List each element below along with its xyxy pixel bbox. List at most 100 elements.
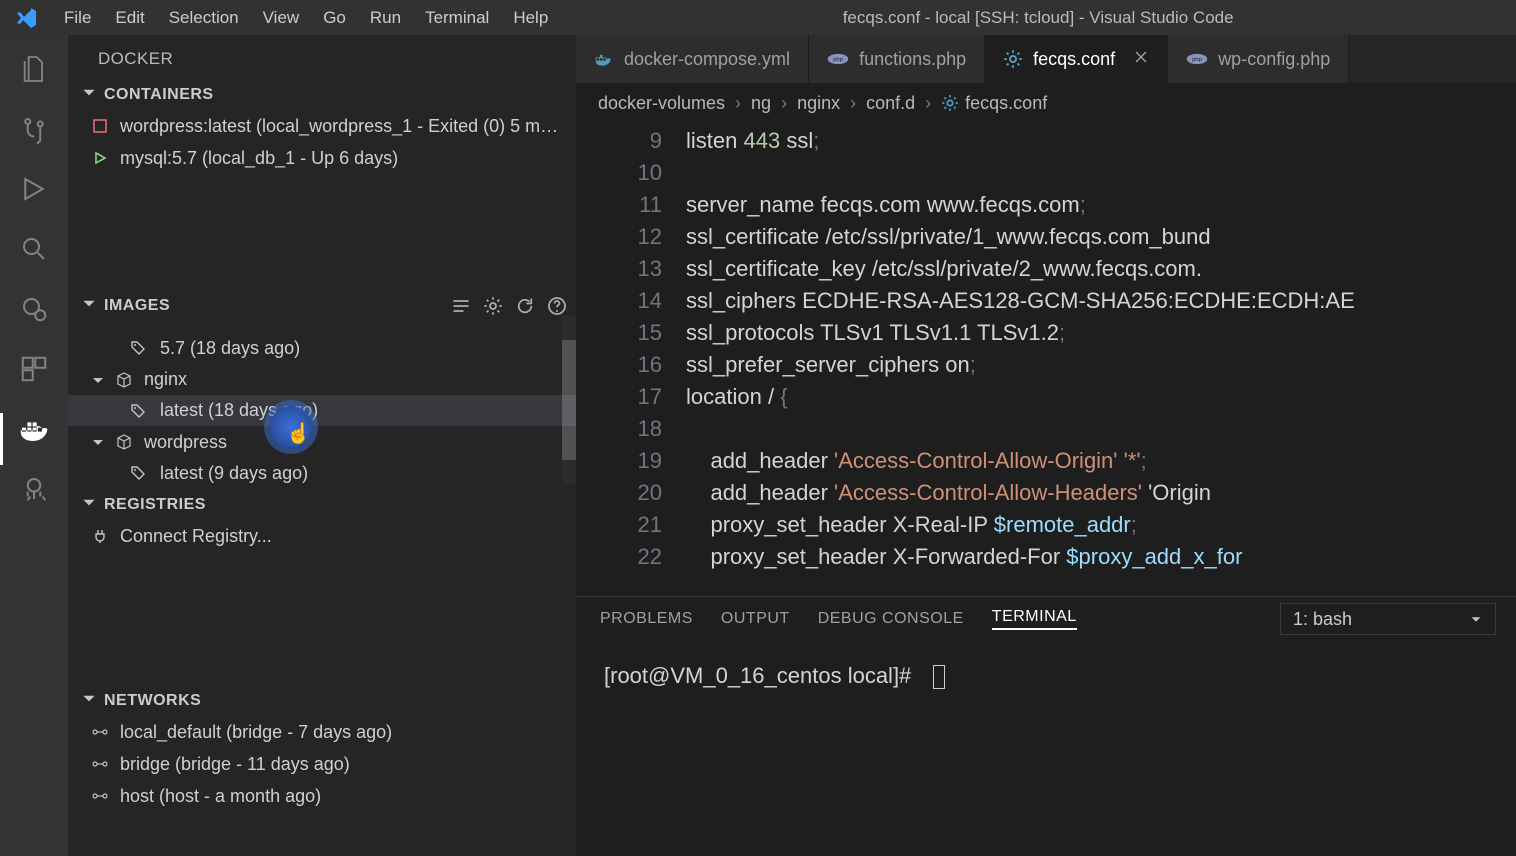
chevron-down-icon [88, 434, 108, 450]
network-label: local_default (bridge - 7 days ago) [120, 722, 392, 743]
tab-label: wp-config.php [1218, 49, 1330, 70]
container-row[interactable]: wordpress:latest (local_wordpress_1 - Ex… [68, 110, 576, 142]
cube-icon [112, 434, 136, 450]
activity-scm-icon[interactable] [18, 113, 50, 145]
terminal-selector[interactable]: 1: bash [1280, 603, 1496, 635]
tab-wp-config-php[interactable]: php wp-config.php [1168, 35, 1349, 83]
terminal-selector-label: 1: bash [1293, 609, 1352, 630]
menu-selection[interactable]: Selection [157, 8, 251, 28]
section-containers-header[interactable]: CONTAINERS [68, 79, 576, 110]
chevron-down-icon [80, 689, 98, 712]
menu-help[interactable]: Help [501, 8, 560, 28]
section-networks-label: NETWORKS [104, 692, 568, 710]
images-scrollbar-thumb[interactable] [562, 340, 576, 460]
activity-run-icon[interactable] [18, 173, 50, 205]
image-name: nginx [144, 369, 187, 390]
tab-docker-compose[interactable]: docker-compose.yml [576, 35, 809, 83]
chevron-down-icon [80, 493, 98, 516]
window-title: fecqs.conf - local [SSH: tcloud] - Visua… [560, 8, 1516, 28]
gear-file-icon [941, 94, 959, 112]
container-label: wordpress:latest (local_wordpress_1 - Ex… [120, 116, 558, 137]
image-tag-row[interactable]: latest (18 days ago) [68, 395, 576, 426]
menu-terminal[interactable]: Terminal [413, 8, 501, 28]
image-name-cut: mysql [148, 321, 195, 322]
svg-text:php: php [1192, 57, 1203, 63]
chevron-down-icon [88, 372, 108, 388]
help-icon[interactable] [546, 295, 568, 317]
play-icon [88, 151, 112, 165]
menu-file[interactable]: File [52, 8, 103, 28]
section-images-label: IMAGES [104, 297, 440, 315]
breadcrumb-item[interactable]: docker-volumes [598, 93, 725, 114]
container-row[interactable]: mysql:5.7 (local_db_1 - Up 6 days) [68, 142, 576, 174]
tag-icon [126, 403, 150, 419]
network-icon [88, 756, 112, 772]
network-row[interactable]: host (host - a month ago) [68, 780, 576, 812]
titlebar: File Edit Selection View Go Run Terminal… [0, 0, 1516, 35]
tab-label: docker-compose.yml [624, 49, 790, 70]
connect-registry[interactable]: Connect Registry... [68, 520, 576, 552]
activity-remote-icon[interactable] [18, 293, 50, 325]
section-images-header[interactable]: IMAGES [68, 290, 576, 321]
image-tag-row[interactable]: latest (9 days ago) [68, 458, 576, 489]
stop-icon [88, 119, 112, 133]
breadcrumb-item[interactable]: conf.d [866, 93, 915, 114]
image-group-row[interactable]: nginx [68, 364, 576, 395]
plug-icon [88, 528, 112, 544]
breadcrumb-item[interactable]: ng [751, 93, 771, 114]
tab-fecqs-conf[interactable]: fecqs.conf [985, 35, 1168, 83]
close-icon[interactable] [1133, 49, 1149, 70]
btab-output[interactable]: OUTPUT [721, 610, 790, 628]
gear-icon[interactable] [482, 295, 504, 317]
network-row[interactable]: local_default (bridge - 7 days ago) [68, 716, 576, 748]
breadcrumb-item[interactable]: fecqs.conf [965, 93, 1047, 114]
php-file-icon: php [827, 51, 849, 67]
tag-icon [126, 340, 150, 356]
tab-functions-php[interactable]: php functions.php [809, 35, 985, 83]
editor-body[interactable]: 910111213141516171819202122 listen 443 s… [576, 123, 1516, 596]
activity-extensions-icon[interactable] [18, 353, 50, 385]
terminal-prompt: [root@VM_0_16_centos local]# [604, 663, 911, 688]
terminal-cursor [933, 665, 945, 689]
docker-file-icon [594, 49, 614, 69]
activity-explorer-icon[interactable] [18, 53, 50, 85]
code-content[interactable]: listen 443 ssl;server_name fecqs.com www… [686, 123, 1516, 596]
menu-edit[interactable]: Edit [103, 8, 156, 28]
main-menu: File Edit Selection View Go Run Terminal… [52, 8, 560, 28]
image-tag-row[interactable]: 5.7 (18 days ago) [68, 333, 576, 364]
refresh-icon[interactable] [514, 295, 536, 317]
vscode-logo-icon [14, 6, 38, 30]
btab-problems[interactable]: PROBLEMS [600, 610, 693, 628]
containers-list: wordpress:latest (local_wordpress_1 - Ex… [68, 110, 576, 290]
network-row[interactable]: bridge (bridge - 11 days ago) [68, 748, 576, 780]
activity-docker-icon[interactable] [18, 413, 50, 445]
chevron-down-icon [80, 294, 98, 317]
tag-icon [126, 465, 150, 481]
btab-debug[interactable]: DEBUG CONSOLE [818, 610, 964, 628]
terminal-body[interactable]: [root@VM_0_16_centos local]# [576, 641, 1516, 856]
image-tag-label: latest (9 days ago) [160, 463, 308, 484]
menu-view[interactable]: View [251, 8, 312, 28]
menu-run[interactable]: Run [358, 8, 413, 28]
network-icon [88, 724, 112, 740]
activity-search-icon[interactable] [18, 233, 50, 265]
section-containers-label: CONTAINERS [104, 86, 568, 104]
images-list: mysql 5.7 (18 days ago) nginx latest (18… [68, 321, 576, 489]
activity-bar [0, 35, 68, 856]
section-registries-header[interactable]: REGISTRIES [68, 489, 576, 520]
list-icon[interactable] [450, 295, 472, 317]
container-label: mysql:5.7 (local_db_1 - Up 6 days) [120, 148, 398, 169]
btab-terminal[interactable]: TERMINAL [992, 608, 1077, 630]
breadcrumbs[interactable]: docker-volumes› ng› nginx› conf.d› fecqs… [576, 83, 1516, 123]
chevron-down-icon [1469, 612, 1483, 626]
gear-file-icon [1003, 49, 1023, 69]
connect-registry-label: Connect Registry... [120, 526, 272, 547]
section-networks-header[interactable]: NETWORKS [68, 685, 576, 716]
editor-tabs: docker-compose.yml php functions.php fec… [576, 35, 1516, 83]
activity-extra-icon[interactable] [18, 473, 50, 505]
panel-title: DOCKER [68, 35, 576, 79]
menu-go[interactable]: Go [311, 8, 358, 28]
breadcrumb-item[interactable]: nginx [797, 93, 840, 114]
image-group-row[interactable]: wordpress [68, 426, 576, 457]
line-numbers: 910111213141516171819202122 [576, 123, 686, 596]
